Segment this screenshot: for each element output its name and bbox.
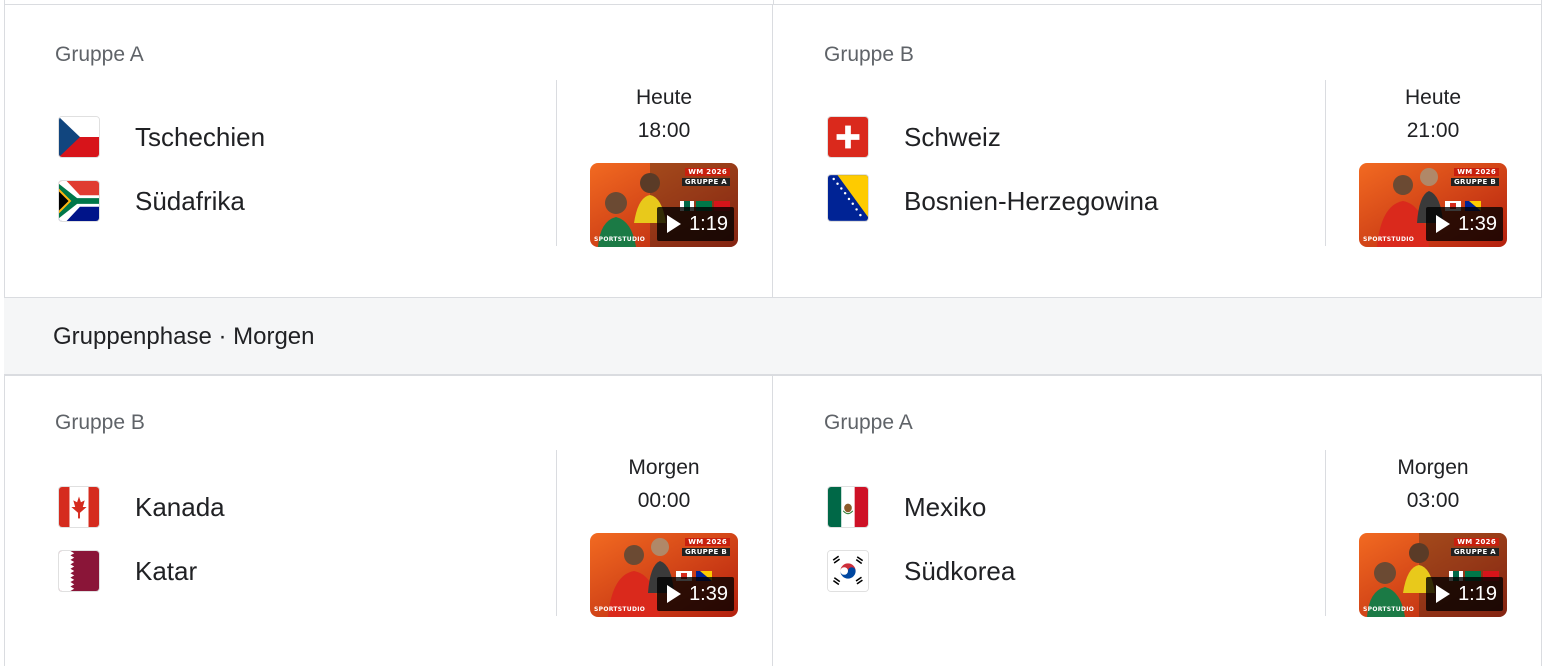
divider — [1325, 450, 1326, 616]
kickoff-info: Morgen 03:00 — [1359, 452, 1507, 518]
video-badge: GRUPPE A — [681, 178, 730, 186]
group-label: Gruppe A — [55, 43, 144, 66]
switzerland-flag-icon — [827, 116, 869, 158]
mexico-flag-icon — [827, 486, 869, 528]
team-name: Mexiko — [904, 491, 987, 522]
team-name: Südafrika — [135, 185, 245, 216]
team-name: Südkorea — [904, 555, 1016, 586]
play-icon — [1436, 585, 1451, 603]
team-row: Südkorea — [827, 550, 1015, 592]
match-day: Morgen — [628, 456, 700, 479]
video-brand: SPORTSTUDIO — [1363, 236, 1415, 243]
video-duration: 1:19 — [1426, 577, 1503, 611]
play-icon — [1436, 215, 1451, 233]
match-row: Gruppe A Tschechien Südafrika Heute 18:0… — [4, 4, 1542, 297]
team-name: Schweiz — [904, 121, 1001, 152]
match-time: 00:00 — [637, 489, 691, 512]
team-row: Schweiz — [827, 116, 1001, 158]
canada-flag-icon — [58, 486, 100, 528]
match-day: Heute — [635, 86, 693, 109]
team-name: Bosnien-Herzegowina — [904, 185, 1159, 216]
video-duration: 1:39 — [657, 577, 734, 611]
match-card[interactable]: Gruppe B Kanada Katar Morgen 00:00 WM 20… — [4, 376, 773, 666]
video-thumbnail[interactable]: WM 2026 GRUPPE B SPORTSTUDIO 1:39 — [1359, 163, 1507, 247]
match-time: 21:00 — [1406, 119, 1460, 142]
duration-label: 1:19 — [689, 212, 728, 235]
stage-header: Gruppenphase · Morgen — [4, 297, 1542, 375]
team-name: Tschechien — [135, 121, 266, 152]
match-card[interactable]: Gruppe A Tschechien Südafrika Heute 18:0… — [4, 5, 773, 297]
kickoff-info: Heute 21:00 — [1359, 82, 1507, 148]
video-thumbnail[interactable]: WM 2026 GRUPPE B SPORTSTUDIO 1:39 — [590, 533, 738, 617]
team-row: Katar — [58, 550, 197, 592]
duration-label: 1:19 — [1458, 582, 1497, 605]
team-row: Mexiko — [827, 486, 986, 528]
video-thumbnail[interactable]: WM 2026 GRUPPE A SPORTSTUDIO 1:19 — [590, 163, 738, 247]
stage-title: Gruppenphase · Morgen — [53, 323, 315, 350]
match-card[interactable]: Gruppe B Schweiz Bosnien-Herzegowina Heu… — [773, 5, 1542, 297]
video-brand: SPORTSTUDIO — [594, 606, 646, 613]
kickoff-info: Morgen 00:00 — [590, 452, 738, 518]
south-africa-flag-icon — [58, 180, 100, 222]
duration-label: 1:39 — [1458, 212, 1497, 235]
match-day: Morgen — [1397, 456, 1469, 479]
duration-label: 1:39 — [689, 582, 728, 605]
video-thumbnail[interactable]: WM 2026 GRUPPE A SPORTSTUDIO 1:19 — [1359, 533, 1507, 617]
video-badge: GRUPPE A — [1450, 548, 1499, 556]
group-label: Gruppe B — [824, 43, 914, 66]
group-label: Gruppe A — [824, 411, 913, 434]
play-icon — [667, 215, 682, 233]
team-name: Kanada — [135, 491, 225, 522]
video-badge: WM 2026 — [685, 168, 730, 176]
video-badge: WM 2026 — [1454, 168, 1499, 176]
match-day: Heute — [1404, 86, 1462, 109]
team-row: Bosnien-Herzegowina — [827, 174, 1159, 222]
play-icon — [667, 585, 682, 603]
divider — [556, 80, 557, 246]
video-brand: SPORTSTUDIO — [594, 236, 646, 243]
match-row: Gruppe B Kanada Katar Morgen 00:00 WM 20… — [4, 375, 1542, 666]
bosnia-flag-icon — [827, 174, 869, 222]
video-brand: SPORTSTUDIO — [1363, 606, 1415, 613]
divider — [1325, 80, 1326, 246]
team-row: Südafrika — [58, 180, 245, 222]
video-duration: 1:39 — [1426, 207, 1503, 241]
kickoff-info: Heute 18:00 — [590, 82, 738, 148]
divider — [556, 450, 557, 616]
qatar-flag-icon — [58, 550, 100, 592]
team-row: Kanada — [58, 486, 225, 528]
match-time: 18:00 — [637, 119, 691, 142]
video-badge: WM 2026 — [1454, 538, 1499, 546]
group-label: Gruppe B — [55, 411, 145, 434]
video-duration: 1:19 — [657, 207, 734, 241]
match-card[interactable]: Gruppe A Mexiko Südkorea Morgen 03:00 WM… — [773, 376, 1542, 666]
south-korea-flag-icon — [827, 550, 869, 592]
video-badge: WM 2026 — [685, 538, 730, 546]
team-row: Tschechien — [58, 116, 265, 158]
team-name: Katar — [135, 555, 198, 586]
video-badge: GRUPPE B — [681, 548, 730, 556]
czech-flag-icon — [58, 116, 100, 158]
match-time: 03:00 — [1406, 489, 1460, 512]
video-badge: GRUPPE B — [1450, 178, 1499, 186]
